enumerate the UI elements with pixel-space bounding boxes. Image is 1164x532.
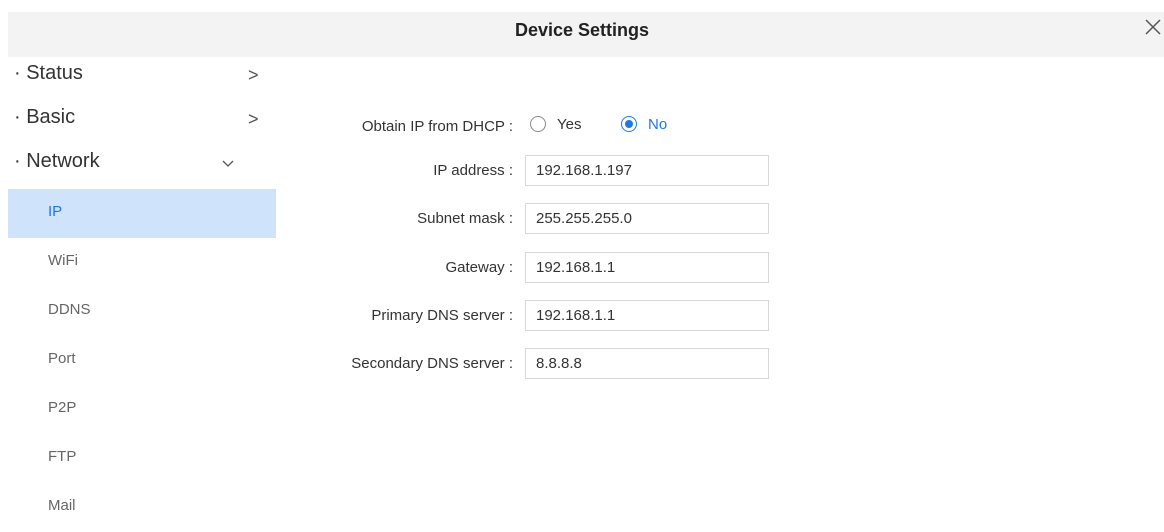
close-button[interactable]	[1142, 16, 1164, 38]
ip-address-row: IP address : 192.168.1.197	[0, 155, 1164, 187]
sidebar-item-label: FTP	[48, 448, 77, 465]
gateway-input[interactable]: 192.168.1.1	[525, 252, 769, 283]
primary-dns-row: Primary DNS server : 192.168.1.1	[0, 300, 1164, 332]
dhcp-no-radio[interactable]	[621, 116, 637, 132]
ip-address-label: IP address :	[433, 162, 513, 179]
dhcp-yes-label[interactable]: Yes	[557, 116, 581, 133]
dhcp-row: Obtain IP from DHCP : Yes No	[0, 113, 1164, 145]
sidebar-item-p2p[interactable]: P2P	[8, 385, 276, 434]
dialog-title: Device Settings	[514, 20, 650, 40]
primary-dns-input[interactable]: 192.168.1.1	[525, 300, 769, 331]
chevron-right-icon: >	[248, 65, 259, 85]
secondary-dns-input[interactable]: 8.8.8.8	[525, 348, 769, 379]
subnet-mask-row: Subnet mask : 255.255.255.0	[0, 203, 1164, 235]
subnet-mask-label: Subnet mask :	[417, 210, 513, 227]
secondary-dns-row: Secondary DNS server : 8.8.8.8	[0, 348, 1164, 380]
dhcp-yes-radio[interactable]	[530, 116, 546, 132]
sidebar-item-mail[interactable]: Mail	[8, 483, 276, 532]
sidebar-item-label: Mail	[48, 497, 76, 514]
sidebar-item-ftp[interactable]: FTP	[8, 434, 276, 483]
gateway-row: Gateway : 192.168.1.1	[0, 252, 1164, 284]
sidebar-item-label: P2P	[48, 399, 77, 416]
dhcp-no-label[interactable]: No	[648, 116, 667, 133]
gateway-label: Gateway :	[445, 259, 513, 276]
subnet-mask-input[interactable]: 255.255.255.0	[525, 203, 769, 234]
primary-dns-label: Primary DNS server :	[371, 307, 513, 324]
close-icon	[1145, 19, 1161, 35]
secondary-dns-label: Secondary DNS server :	[351, 355, 513, 372]
ip-address-input[interactable]: 192.168.1.197	[525, 155, 769, 186]
dhcp-label: Obtain IP from DHCP :	[361, 118, 513, 135]
sidebar-section-status[interactable]: · Status >	[8, 57, 276, 101]
sidebar-section-label: · Status	[14, 62, 83, 84]
